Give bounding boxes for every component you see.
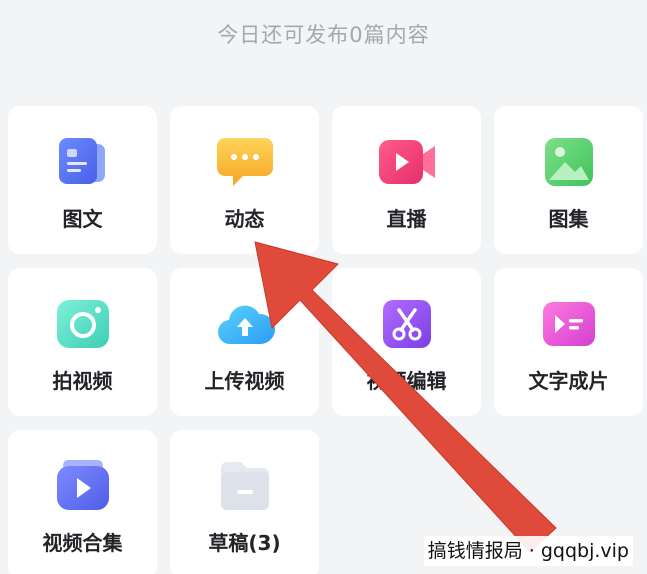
cloud-upload-icon <box>215 296 275 352</box>
tile-moment[interactable]: 动态 <box>170 106 319 254</box>
tile-label: 草稿(3) <box>208 531 281 555</box>
tile-article[interactable]: 图文 <box>8 106 157 254</box>
tile-label: 上传视频 <box>204 369 285 393</box>
tile-video-edit[interactable]: 视频编辑 <box>332 268 481 416</box>
tile-gallery[interactable]: 图集 <box>494 106 643 254</box>
image-gallery-icon <box>539 134 599 190</box>
tile-drafts[interactable]: 草稿(3) <box>170 430 319 574</box>
tile-text-to-video[interactable]: 文字成片 <box>494 268 643 416</box>
tile-video-collection[interactable]: 视频合集 <box>8 430 157 574</box>
watermark-text: 搞钱情报局 · gqqbj.vip <box>423 536 633 566</box>
video-collection-icon <box>53 458 113 514</box>
scissors-icon <box>377 296 437 352</box>
folder-icon <box>215 458 275 514</box>
camera-icon <box>53 296 113 352</box>
tile-live[interactable]: 直播 <box>332 106 481 254</box>
tile-label: 图文 <box>62 207 103 231</box>
publish-options-grid: 图文 动态 直播 图集 拍视频 上传视频 视频编辑 文字成片 视频合集 草稿(3… <box>0 0 647 574</box>
tile-label: 动态 <box>224 207 265 231</box>
tile-label: 视频合集 <box>42 531 123 555</box>
document-icon <box>53 134 113 190</box>
tile-label: 图集 <box>548 207 589 231</box>
tile-label: 视频编辑 <box>366 369 447 393</box>
tile-label: 直播 <box>386 207 427 231</box>
tile-shoot-video[interactable]: 拍视频 <box>8 268 157 416</box>
chat-bubble-icon <box>215 134 275 190</box>
tile-label: 文字成片 <box>528 369 609 393</box>
text-to-video-icon <box>539 296 599 352</box>
tile-label: 拍视频 <box>52 369 113 393</box>
tile-upload-video[interactable]: 上传视频 <box>170 268 319 416</box>
video-camera-icon <box>377 134 437 190</box>
